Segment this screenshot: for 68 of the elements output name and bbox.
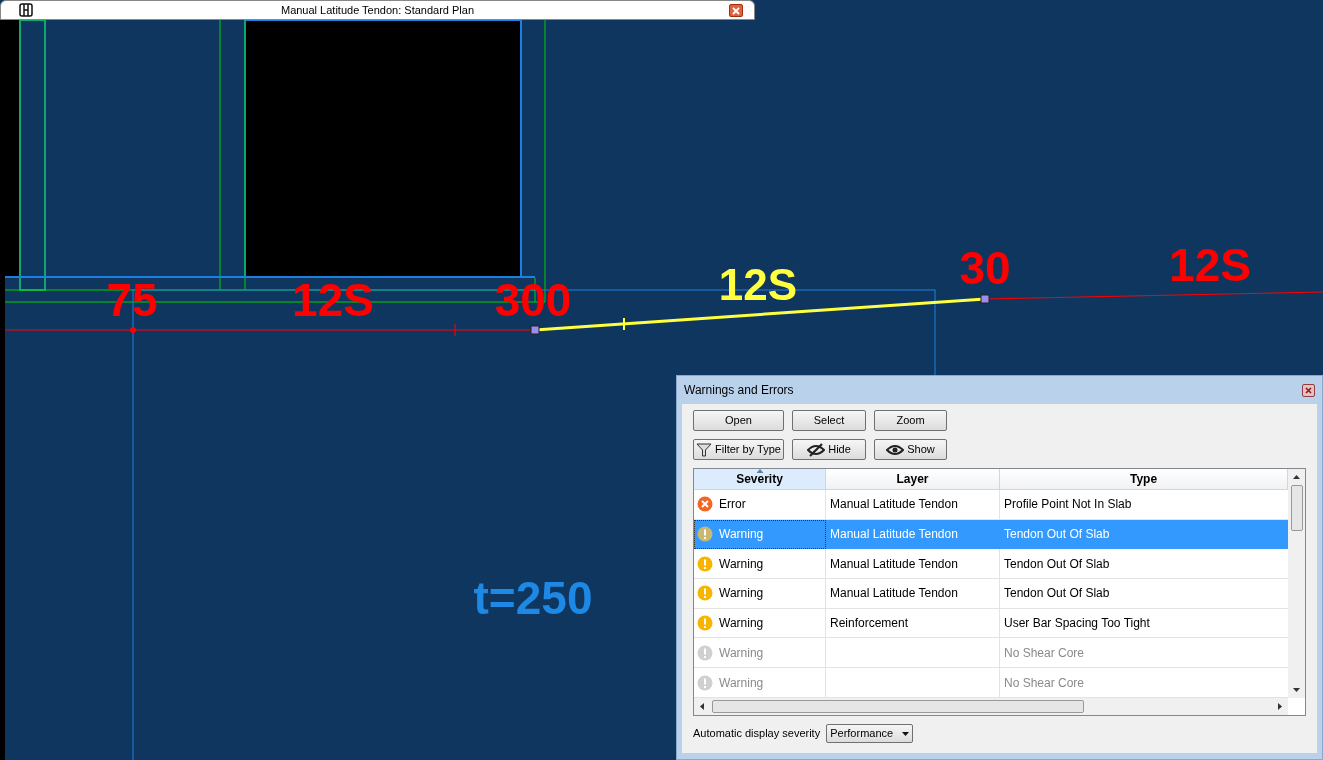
scroll-down-icon xyxy=(1293,688,1300,692)
table-row[interactable]: Error Manual Latitude Tendon Profile Point Not In Slab xyxy=(694,489,1288,520)
dimension-label: 12S xyxy=(1169,242,1251,288)
type-text: Tendon Out Of Slab xyxy=(1004,525,1110,543)
eye-slash-icon xyxy=(807,442,826,457)
layer-text: Manual Latitude Tendon xyxy=(830,585,958,603)
warning-icon xyxy=(697,644,713,661)
error-icon xyxy=(697,496,713,513)
close-icon xyxy=(732,6,740,15)
column-header[interactable]: Layer xyxy=(826,469,1000,490)
type-text: Tendon Out Of Slab xyxy=(1004,585,1110,603)
severity-text: Warning xyxy=(719,644,764,662)
dimension-label: 300 xyxy=(494,277,572,323)
severity-dropdown[interactable]: Performance xyxy=(826,724,914,743)
table-row[interactable]: Warning Manual Latitude Tendon Tendon Out Of Slab xyxy=(694,579,1288,609)
warning-icon xyxy=(697,585,713,602)
dimension-label: t=250 xyxy=(473,575,593,621)
sort-arrow-icon xyxy=(756,469,763,473)
eye-icon xyxy=(886,443,905,456)
scroll-up-icon xyxy=(1293,475,1300,479)
table-row[interactable]: Warning Reinforcement User Bar Spacing Too Tight xyxy=(694,608,1288,639)
layer-text: Manual Latitude Tendon xyxy=(830,496,958,514)
close-button[interactable] xyxy=(729,4,743,17)
severity-label: Automatic display severity xyxy=(693,726,821,742)
dimension-label: 75 xyxy=(106,277,158,323)
warning-icon xyxy=(697,615,713,632)
funnel-icon xyxy=(696,441,713,458)
dimension-label: 30 xyxy=(959,245,1011,291)
type-text: No Shear Core xyxy=(1004,674,1085,692)
type-text: No Shear Core xyxy=(1004,644,1085,662)
filter-button[interactable]: Filter by Type xyxy=(693,439,784,460)
severity-text: Error xyxy=(719,496,746,514)
severity-text: Warning xyxy=(719,525,764,543)
plan-icon xyxy=(19,3,33,17)
hide-button[interactable]: Hide xyxy=(792,439,866,460)
close-button[interactable] xyxy=(1302,383,1315,397)
type-text: User Bar Spacing Too Tight xyxy=(1004,615,1150,633)
caret-icon xyxy=(902,731,910,736)
toolbar-button[interactable]: Select xyxy=(792,410,866,431)
toolbar-button[interactable]: Open xyxy=(693,410,784,431)
type-text: Profile Point Not In Slab xyxy=(1004,496,1132,514)
table-row[interactable]: Warning Manual Latitude Tendon Tendon Out Of Slab xyxy=(694,549,1288,579)
type-text: Tendon Out Of Slab xyxy=(1004,555,1110,573)
layer-text: Manual Latitude Tendon xyxy=(830,525,958,543)
dimension-label: 12S xyxy=(718,263,798,307)
scroll-left-icon xyxy=(700,703,704,710)
warning-icon xyxy=(697,555,713,572)
horizontal-scrollbar[interactable] xyxy=(694,698,1288,715)
column-header[interactable]: Severity xyxy=(694,469,826,490)
scroll-thumb[interactable] xyxy=(712,700,1084,713)
severity-text: Warning xyxy=(719,585,764,603)
severity-text: Warning xyxy=(719,674,764,692)
close-icon xyxy=(1305,386,1312,394)
vertical-scrollbar[interactable] xyxy=(1288,469,1305,698)
severity-text: Warning xyxy=(719,615,764,633)
column-header[interactable]: Type xyxy=(1000,469,1288,490)
dialog-title: Warnings and Errors xyxy=(684,382,794,399)
severity-text: Warning xyxy=(719,555,764,573)
scroll-right-icon xyxy=(1278,703,1282,710)
show-button[interactable]: Show xyxy=(874,439,947,460)
scroll-thumb[interactable] xyxy=(1290,485,1303,531)
layer-text: Reinforcement xyxy=(830,615,909,633)
warning-icon xyxy=(697,525,713,542)
toolbar-button[interactable]: Zoom xyxy=(874,410,947,431)
window-title: Manual Latitude Tendon: Standard Plan xyxy=(280,2,475,18)
warning-icon xyxy=(697,674,713,691)
dimension-label: 12S xyxy=(292,277,374,323)
layer-text: Manual Latitude Tendon xyxy=(830,555,958,573)
